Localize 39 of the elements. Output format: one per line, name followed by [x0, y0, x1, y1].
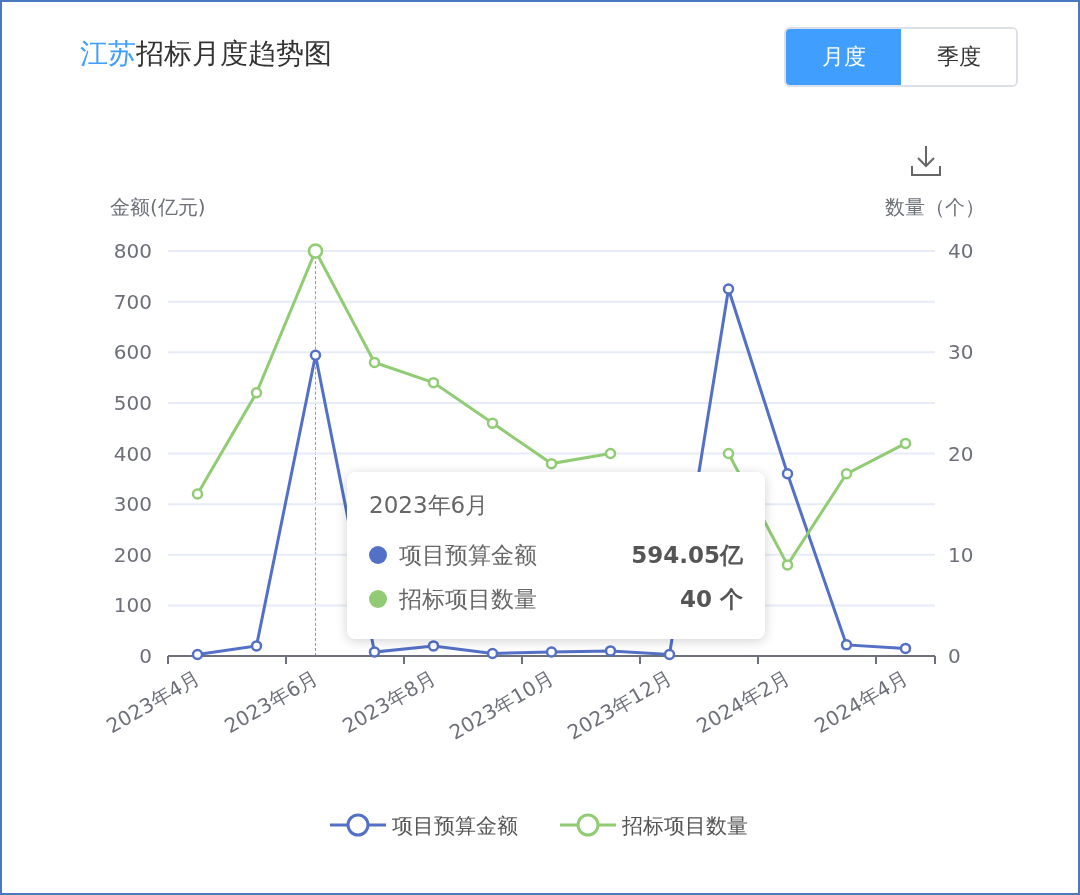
data-point[interactable]: [899, 642, 912, 655]
axis-label: 100: [113, 593, 152, 618]
axis-label: 500: [113, 390, 152, 415]
data-point[interactable]: [722, 283, 735, 295]
data-point[interactable]: [309, 349, 322, 362]
data-point[interactable]: [368, 646, 381, 658]
axis-label: 300: [113, 492, 152, 517]
data-point[interactable]: [604, 645, 617, 657]
data-point[interactable]: [191, 648, 204, 661]
data-point[interactable]: [250, 640, 263, 652]
axis-title: 金额(亿元): [110, 195, 206, 219]
axis-label: 600: [113, 340, 152, 365]
axis-label: 0: [139, 644, 152, 668]
axis-label: 20: [948, 441, 974, 466]
download-icon[interactable]: [911, 145, 941, 176]
axis-label: 200: [113, 542, 152, 567]
axis-title: 数量（个）: [885, 195, 985, 219]
axis-label: 40: [948, 239, 974, 263]
axis-label: 400: [113, 441, 152, 466]
axis-label: 700: [113, 289, 152, 314]
tooltip-label: 招标项目数量: [399, 584, 537, 614]
data-point[interactable]: [545, 646, 558, 658]
axis-label: 10: [948, 542, 974, 567]
legend-label[interactable]: 招标项目数量: [622, 814, 748, 838]
tooltip-value: 594.05亿: [631, 540, 743, 570]
chart-title: 江苏招标月度趋势图: [80, 36, 332, 72]
tooltip-title: 2023年6月: [369, 491, 490, 520]
axis-label: 0: [948, 644, 961, 668]
data-point[interactable]: [427, 640, 440, 652]
data-point[interactable]: [486, 647, 499, 660]
axis-label: 30: [948, 340, 974, 365]
tooltip-label: 项目预算金额: [399, 540, 537, 570]
data-point[interactable]: [781, 468, 794, 480]
legend-line-icon[interactable]: [330, 813, 386, 837]
data-point[interactable]: [840, 639, 853, 651]
axis-label: 800: [113, 239, 152, 263]
tooltip-value: 40 个: [680, 584, 743, 614]
legend-label[interactable]: 项目预算金额: [392, 814, 518, 838]
data-point[interactable]: [663, 648, 676, 661]
